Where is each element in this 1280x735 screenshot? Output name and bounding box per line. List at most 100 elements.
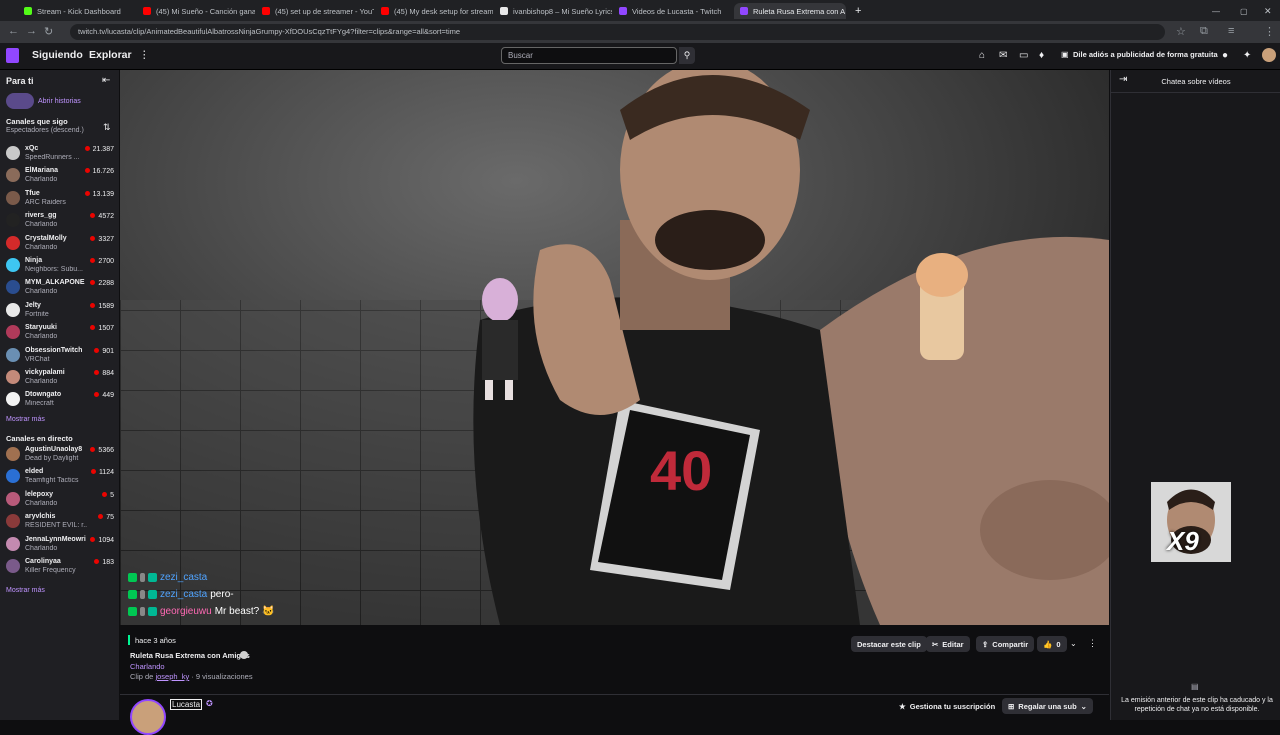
channel-category: Charlando [25,544,58,552]
clip-author-link[interactable]: joseph_ky [155,672,189,681]
browse-link[interactable]: Explorar [89,49,132,61]
stories-avatars[interactable] [6,93,34,109]
whispers-icon[interactable]: ▭ [1019,50,1028,61]
search-icon[interactable]: ⚲ [679,47,695,64]
sidebar-channel-item[interactable]: Dtowngato Minecraft 449 [6,389,116,411]
channel-name: vickypalami [25,369,65,376]
show-more-link[interactable]: Mostrar más [6,416,45,423]
bits-icon[interactable]: ● [1222,50,1228,61]
channel-avatar[interactable] [130,699,166,735]
badge-icon [128,607,137,616]
channel-avatar [6,302,20,317]
following-link[interactable]: Siguiendo [32,49,83,61]
notifications-icon[interactable]: ✉ [999,50,1007,61]
scissors-icon: ✂ [932,639,939,649]
back-icon[interactable]: ← [8,25,19,37]
browser-tab[interactable]: (45) My desk setup for stream [381,3,493,19]
sidebar-channel-item[interactable]: xQc SpeedRunners ... 21.387 [6,143,116,165]
chat-username: georgieuwu [160,606,212,617]
viewer-count: 183 [94,559,114,566]
edit-button[interactable]: ✂ Editar [926,636,970,652]
sidebar-channel-item[interactable]: Carolinyaa Killer Frequency 183 [6,556,116,578]
verified-badge-icon: ✪ [206,699,213,708]
search-input[interactable]: Buscar [501,47,677,64]
url-field[interactable]: twitch.tv/lucasta/clip/AnimatedBeautiful… [70,24,1165,40]
channel-name[interactable]: Lucasta [170,699,203,710]
sidebar-channel-item[interactable]: Staryuuki Charlando 1507 [6,322,116,344]
viewer-count: 4572 [90,213,114,220]
sidebar-channel-item[interactable]: rivers_gg Charlando 4572 [6,210,116,232]
channel-name: Carolinyaa [25,558,61,565]
channel-category: Charlando [25,333,58,341]
sidebar-channel-item[interactable]: aryvlchis RESIDENT EVIL: r... 75 [6,511,116,533]
maximize-icon[interactable]: ▢ [1240,3,1248,19]
sidebar-channel-item[interactable]: AgustinUnaolay8 Dead by Daylight 5366 [6,444,116,466]
badge-icon [140,590,145,599]
clip-title: Ruleta Rusa Extrema con Amigos [130,651,250,660]
share-button[interactable]: ⇪ Compartir [976,636,1035,652]
media-icon[interactable]: ≡ [1228,25,1234,37]
more-options-icon[interactable]: ⋮ [1088,638,1097,649]
sidebar-channel-item[interactable]: CrystalMolly Charlando 3327 [6,233,116,255]
more-icon[interactable]: ⋮ [139,49,150,61]
channel-avatar [6,280,20,295]
close-window-icon[interactable]: ✕ [1264,3,1272,19]
sidebar-channel-item[interactable]: ObsessionTwitch VRChat 901 [6,345,116,367]
crown-icon[interactable]: ♦ [1039,50,1044,61]
inbox-icon[interactable]: ⌂ [979,50,985,61]
channel-avatar [6,469,20,484]
minimize-icon[interactable]: — [1212,3,1220,19]
sidebar-channel-item[interactable]: MYM_ALKAPONE Charlando 2288 [6,277,116,299]
bookmark-star-icon[interactable]: ☆ [1176,25,1186,38]
clip-category-link[interactable]: Charlando [130,662,165,671]
manage-subscription-button[interactable]: ★ Gestiona tu suscripción [893,698,1001,714]
chevron-down-icon[interactable]: ⌄ [1070,639,1077,648]
ad-free-link[interactable]: Dile adiós a publicidad de forma gratuit… [1073,50,1218,59]
browser-tab[interactable]: Videos de Lucasta - Twitch [619,3,731,19]
video-player[interactable]: 40 zezi_casta zezi_casta pero-georgieuwu Mr… [120,70,1109,625]
browser-tab[interactable]: ivanbishop8 – Mi Sueño Lyrics [500,3,612,19]
reload-icon[interactable]: ↻ [44,25,53,38]
sidebar-channel-item[interactable]: vickypalami Charlando 884 [6,367,116,389]
live-dot-icon [90,258,96,263]
gift-sub-button[interactable]: ⊞ Regalar una sub ⌄ [1002,698,1093,714]
channel-category: Teamfight Tactics [25,477,79,485]
highlight-clip-button[interactable]: Destacar este clip [851,636,927,652]
tab-favicon-icon [619,7,627,15]
forward-icon[interactable]: → [26,25,37,37]
sidebar-channel-item[interactable]: Jelty Fortnite 1589 [6,300,116,322]
sidebar-channel-item[interactable]: JennaLynnMeowri Charlando 1094 [6,534,116,556]
browser-menu-icon[interactable]: ⋮ [1264,25,1275,38]
extensions-icon[interactable]: ⧉ [1200,25,1208,38]
live-dot-icon [94,392,100,398]
show-more-link[interactable]: Mostrar más [6,587,45,594]
sidebar-channel-item[interactable]: Ninja Neighbors: Subu... 2700 [6,255,116,277]
like-button[interactable]: 👍 0 [1037,636,1067,652]
sidebar-channel-item[interactable]: ElMariana Charlando 16.726 [6,165,116,187]
twitch-logo-icon[interactable] [6,48,19,63]
prime-icon[interactable]: ✦ [1243,50,1251,61]
channel-name: Ninja [25,257,43,264]
sidebar-channel-item[interactable]: Tfue ARC Raiders 13.139 [6,188,116,210]
collapse-sidebar-icon[interactable]: ⇤ [102,75,110,86]
clip-info-area: hace 3 años Ruleta Rusa Extrema con Amig… [120,626,1109,735]
sidebar-channel-item[interactable]: lelepoxy Charlando 5 [6,489,116,511]
tab-favicon-icon [740,7,748,15]
browser-tab[interactable]: Stream - Kick Dashboard [24,3,136,19]
browser-tab[interactable]: (45) set up de streamer - YouTu [262,3,374,19]
browser-tab-active[interactable]: Ruleta Rusa Extrema con A✕ [734,3,846,19]
viewer-count: 16.726 [84,168,114,175]
user-avatar[interactable] [1262,48,1276,62]
channel-category: Minecraft [25,400,54,408]
channel-name: Tfue [25,189,40,197]
left-sidebar: Para ti ⇤ Abrir historias Canales que si… [0,70,119,720]
new-tab-icon[interactable]: + [855,3,861,19]
channel-category: Killer Frequency [25,567,76,574]
open-stories-link[interactable]: Abrir historias [38,98,81,105]
chat-message-text: pero- [210,589,234,600]
sort-icon[interactable]: ⇅ [103,122,111,133]
sidebar-channel-item[interactable]: elded Teamfight Tactics 1124 [6,466,116,488]
browser-tab[interactable]: (45) Mi Sueño - Canción ganad [143,3,255,19]
thumbs-up-icon: 👍 [1043,639,1053,649]
channel-category: Charlando [25,378,58,385]
